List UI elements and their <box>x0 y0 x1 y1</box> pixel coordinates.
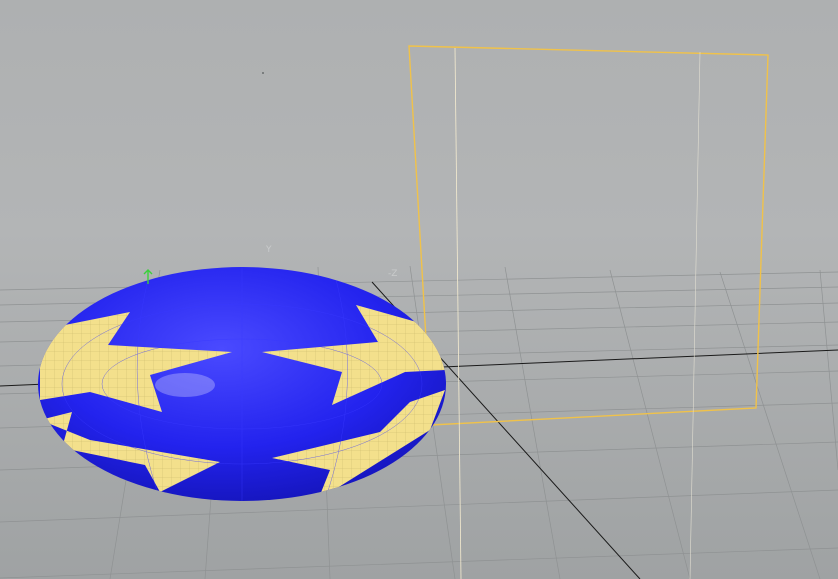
3d-viewport[interactable]: -Z Y <box>0 0 838 579</box>
camera-plane[interactable] <box>408 45 769 579</box>
view-pivot-marker <box>262 72 264 74</box>
camera-plane-guide <box>689 51 701 579</box>
camera-plane-guide <box>454 47 462 579</box>
y-axis-label: Y <box>265 245 272 255</box>
star-textured-disc[interactable] <box>38 267 446 501</box>
camera-plane-outline[interactable] <box>408 45 769 426</box>
z-axis-label: -Z <box>388 269 397 279</box>
viewport-canvas[interactable]: -Z Y <box>0 0 838 579</box>
